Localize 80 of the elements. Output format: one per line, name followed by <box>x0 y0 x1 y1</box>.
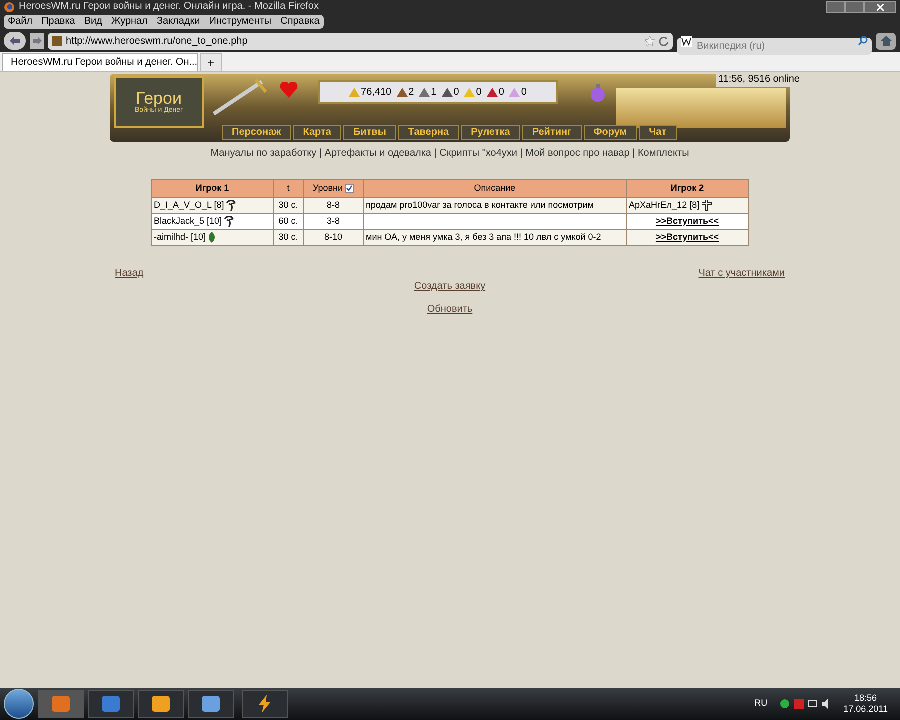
back-arrow-icon <box>10 37 20 45</box>
table-cell: продам pro100var за голоса в контакте или посмотрим <box>366 200 594 210</box>
menu-item[interactable]: Вид <box>84 15 102 29</box>
nav-button[interactable]: Таверна <box>398 125 460 140</box>
clock[interactable]: 18:56 17.06.2011 <box>836 693 896 715</box>
resource-value: 1 <box>431 86 437 100</box>
forward-arrow-icon <box>32 37 42 45</box>
address-field[interactable]: http://www.heroeswm.ru/one_to_one.php <box>48 32 673 50</box>
resource-icon <box>464 87 476 97</box>
taskbar-app-button[interactable] <box>88 690 134 718</box>
resource-icon <box>419 87 430 97</box>
resource-value: 2 <box>408 86 414 100</box>
site-icon <box>52 36 62 46</box>
resource-value: 0 <box>454 86 460 100</box>
search-field[interactable]: Википедия (ru) <box>677 38 872 54</box>
column-header: Игрок 2 <box>626 180 748 198</box>
dragon-icon <box>226 200 236 211</box>
menu-item[interactable]: Правка <box>42 15 76 29</box>
close-icon <box>876 4 884 10</box>
menu-item[interactable]: Справка <box>280 15 320 29</box>
nav-button[interactable]: Чат <box>639 125 677 140</box>
resource-icon <box>349 87 360 97</box>
taskbar-app-button[interactable] <box>188 690 234 718</box>
back-button[interactable] <box>4 32 26 50</box>
cross-icon <box>702 200 712 211</box>
star-icon <box>645 36 655 46</box>
reload-icon <box>659 36 669 46</box>
menu-item[interactable]: Файл <box>8 15 33 29</box>
player-name: -aimilhd- [10] <box>154 230 206 244</box>
nav-button[interactable]: Рулетка <box>461 125 520 140</box>
resource-icon <box>509 87 520 97</box>
new-tab-button[interactable]: + <box>200 53 222 71</box>
resource-value: 0 <box>498 86 504 100</box>
language-indicator[interactable]: RU <box>754 697 768 711</box>
back-link[interactable]: Назад <box>115 266 144 281</box>
nav-button[interactable]: Форум <box>584 125 638 140</box>
resource-icon <box>486 87 498 97</box>
player-name: BlackJack_5 [10] <box>154 214 222 228</box>
leaf-icon <box>208 232 216 243</box>
online-status: 11:56, 9516 online <box>716 72 802 87</box>
refresh-link[interactable]: Обновить <box>427 302 473 317</box>
player-name: АрХаНгЕл_12 [8] <box>629 198 700 212</box>
potion-icon <box>590 84 606 102</box>
table-cell: 8-10 <box>304 230 364 246</box>
nav-button[interactable]: Персонаж <box>222 125 292 140</box>
resource-value: 0 <box>476 86 482 100</box>
resource-icon <box>396 87 408 97</box>
table-cell: 30 с. <box>274 230 304 246</box>
nav-button[interactable]: Битвы <box>343 125 396 140</box>
menu-item[interactable]: Закладки <box>156 15 200 29</box>
player-name: D_I_A_V_O_L [8] <box>154 198 224 212</box>
resource-value: 0 <box>521 86 527 100</box>
window-title: HeroesWM.ru Герои войны и денег. Онлайн игра. - Mozilla Firefox <box>19 2 319 12</box>
search-icon <box>858 36 868 46</box>
resource-icon <box>442 87 453 97</box>
dragon-icon <box>224 216 234 227</box>
taskbar-app-button[interactable] <box>138 690 184 718</box>
table-cell: мин ОА, у меня умка 3, я без 3 апа !!! 10 лвл с умкой 0-2 <box>366 232 602 242</box>
menu-item[interactable]: Инструменты <box>209 15 272 29</box>
network-icon <box>808 699 818 709</box>
taskbar-app-button[interactable] <box>242 690 288 718</box>
chat-link[interactable]: Чат с участниками <box>698 266 785 281</box>
browser-tab[interactable]: HeroesWM.ru Герои войны и денег. Он... <box>2 53 198 71</box>
tray-icon <box>780 699 790 709</box>
home-button[interactable] <box>876 32 896 50</box>
header-links[interactable]: Мануалы по заработку | Артефакты и одевалка | Скрипты "хо4ухи | Мой вопрос про навар | Комплекты <box>210 146 690 161</box>
heart-icon <box>280 82 298 98</box>
tray-icon <box>794 699 804 709</box>
column-header: Игрок 1 <box>152 180 274 198</box>
checkbox[interactable] <box>345 184 354 193</box>
start-button[interactable] <box>4 689 34 719</box>
create-request-link[interactable]: Создать заявку <box>414 279 486 294</box>
nav-button[interactable]: Карта <box>293 125 342 140</box>
wikipedia-logo-icon <box>681 36 692 46</box>
column-header: Описание <box>364 180 626 198</box>
resource-value: 76,410 <box>361 86 392 100</box>
menu-item[interactable]: Журнал <box>111 15 148 29</box>
nav-button[interactable]: Рейтинг <box>522 125 582 140</box>
home-icon <box>880 36 892 46</box>
close-button[interactable] <box>864 1 896 13</box>
